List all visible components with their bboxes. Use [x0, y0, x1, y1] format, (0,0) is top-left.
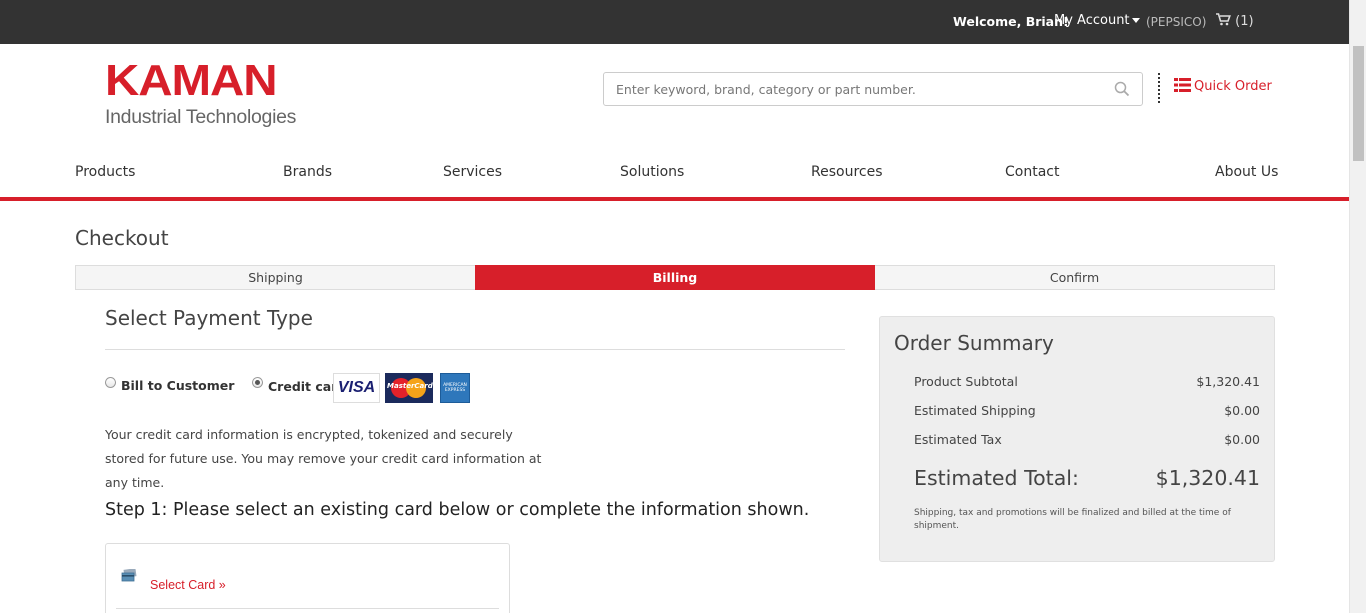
welcome-text: Welcome, Brian!: [953, 14, 1069, 29]
nav-contact[interactable]: Contact: [1005, 164, 1059, 180]
nav-brands[interactable]: Brands: [283, 164, 332, 180]
estimated-total-label: Estimated Total:: [914, 466, 1079, 490]
kaman-logo[interactable]: KAMAN Industrial Technologies: [105, 59, 297, 129]
summary-row: Estimated Tax $0.00: [914, 432, 1260, 447]
bill-to-customer-radio[interactable]: [105, 377, 116, 388]
summary-label: Product Subtotal: [914, 374, 1018, 389]
nav-resources[interactable]: Resources: [811, 164, 883, 180]
cart-count: (1): [1235, 14, 1254, 29]
summary-label: Estimated Shipping: [914, 403, 1036, 418]
scrollbar-thumb[interactable]: [1353, 46, 1364, 161]
top-bar: Welcome, Brian! My Account (PEPSICO) (1): [0, 0, 1349, 44]
summary-value: $0.00: [1224, 432, 1260, 447]
step-billing[interactable]: Billing: [475, 265, 875, 290]
summary-value: $0.00: [1224, 403, 1260, 418]
page-scrollbar[interactable]: [1349, 0, 1366, 613]
amex-logo: AMERICAN EXPRESS: [440, 373, 470, 403]
nav-products[interactable]: Products: [75, 164, 135, 180]
cart-icon: [1216, 13, 1231, 26]
summary-row: Estimated Shipping $0.00: [914, 403, 1260, 418]
quick-order-link[interactable]: Quick Order: [1174, 78, 1272, 94]
bill-to-customer-label[interactable]: Bill to Customer: [121, 378, 234, 393]
credit-card-radio[interactable]: [252, 377, 263, 388]
payment-type-heading: Select Payment Type: [105, 306, 313, 330]
estimated-total-row: Estimated Total: $1,320.41: [914, 466, 1260, 490]
card-security-info: Your credit card information is encrypte…: [105, 427, 542, 490]
divider: [116, 608, 499, 609]
search-input[interactable]: [604, 73, 1094, 105]
divider: [105, 349, 845, 350]
main-nav: Products Brands Services Solutions Resou…: [0, 160, 1349, 197]
summary-row: Product Subtotal $1,320.41: [914, 374, 1260, 389]
order-summary: Order Summary Product Subtotal $1,320.41…: [879, 316, 1275, 562]
amex-text: AMERICAN EXPRESS: [443, 383, 467, 393]
step-confirm[interactable]: Confirm: [875, 266, 1274, 289]
nav-underline: [0, 197, 1349, 201]
summary-label: Estimated Tax: [914, 432, 1002, 447]
search-box: [603, 72, 1143, 106]
credit-card-icon: [121, 569, 137, 582]
estimated-total-value: $1,320.41: [1155, 466, 1260, 490]
mastercard-text: MasterCard: [387, 382, 433, 390]
summary-note: Shipping, tax and promotions will be fin…: [914, 508, 1231, 531]
visa-logo: VISA: [333, 373, 380, 403]
quick-order-label: Quick Order: [1194, 79, 1272, 94]
my-account-dropdown[interactable]: My Account: [1054, 13, 1140, 28]
logo-subtitle: Industrial Technologies: [105, 106, 297, 128]
summary-value: $1,320.41: [1196, 374, 1260, 389]
order-summary-title: Order Summary: [894, 331, 1054, 355]
nav-solutions[interactable]: Solutions: [620, 164, 684, 180]
caret-down-icon: [1131, 18, 1140, 23]
step-shipping[interactable]: Shipping: [76, 266, 475, 289]
list-icon: [1174, 78, 1191, 92]
logo-brand: KAMAN: [105, 56, 278, 105]
search-icon[interactable]: [1114, 81, 1130, 97]
my-account-label: My Account: [1054, 13, 1130, 28]
company-label[interactable]: (PEPSICO): [1146, 15, 1206, 29]
saved-card-panel: Select Card »: [105, 543, 510, 613]
step1-instructions: Step 1: Please select an existing card b…: [105, 500, 810, 520]
nav-services[interactable]: Services: [443, 164, 502, 180]
divider: [1158, 73, 1160, 103]
select-card-link[interactable]: Select Card »: [150, 578, 226, 592]
checkout-steps: Shipping Billing Confirm: [75, 265, 1275, 290]
nav-about-us[interactable]: About Us: [1215, 164, 1278, 180]
cart-link[interactable]: (1): [1216, 13, 1254, 29]
page-title: Checkout: [75, 226, 169, 250]
mastercard-logo: MasterCard: [385, 373, 433, 403]
